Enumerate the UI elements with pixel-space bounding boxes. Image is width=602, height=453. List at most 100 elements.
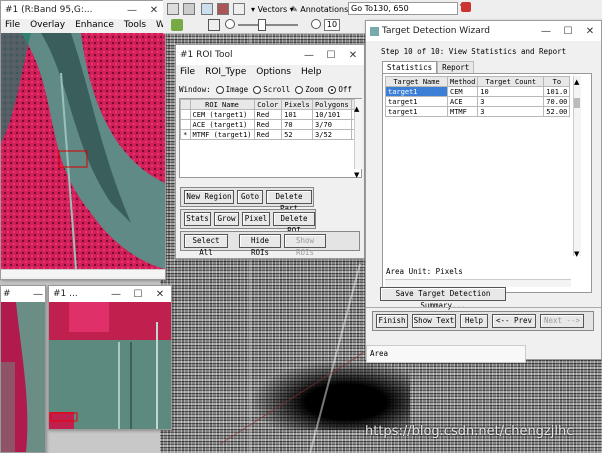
scroll-window[interactable]: # — (0, 285, 46, 453)
main-image-hscroll[interactable] (1, 269, 165, 277)
main-image-canvas[interactable] (1, 33, 165, 269)
stats-table-row[interactable]: target1 CEM 10 101.0 (385, 86, 571, 97)
stats-button[interactable]: Stats (184, 212, 211, 226)
roi-menu-file[interactable]: File (180, 67, 195, 77)
goto-input[interactable]: Go To130, 650 (348, 2, 458, 15)
zoom-in-icon[interactable] (311, 19, 321, 29)
scroll-window-canvas[interactable] (1, 302, 45, 452)
col-polygons[interactable]: Polygons (312, 99, 352, 110)
row-marker (180, 119, 191, 130)
col-color[interactable]: Color (253, 99, 283, 110)
roi-tool-window[interactable]: #1 ROI Tool — ☐ ✕ File ROI_Type Options … (175, 44, 365, 259)
tab-statistics[interactable]: Statistics (382, 61, 438, 73)
scroll-up-icon[interactable]: ▲ (354, 105, 359, 113)
target-icon[interactable] (461, 2, 471, 12)
next-button[interactable]: Next --> (540, 314, 584, 328)
cell-target-count: 3 (477, 106, 545, 117)
show-text-button[interactable]: Show Text (412, 314, 456, 328)
hide-rois-button[interactable]: Hide ROIs (239, 234, 281, 257)
radio-icon (253, 86, 262, 94)
maximize-icon[interactable]: ☐ (127, 289, 149, 300)
delete-roi-button[interactable]: Delete ROI (273, 212, 315, 235)
radio-zoom[interactable]: Zoom (295, 85, 323, 94)
close-icon[interactable]: ✕ (143, 5, 165, 16)
stats-table-header: Target Name Method Target Count To (385, 76, 571, 87)
show-rois-button[interactable]: Show ROIs (284, 234, 326, 257)
col-method[interactable]: Method (446, 76, 479, 87)
wizard-app-icon (370, 26, 379, 36)
scroll-window-titlebar[interactable]: # — (1, 286, 45, 302)
toolbar-icon-1[interactable] (167, 3, 179, 15)
menu-tools[interactable]: Tools (124, 20, 146, 30)
stats-table-row[interactable]: target1 MTMF 3 52.00 (385, 106, 571, 117)
col-pixels[interactable]: Pixels (281, 99, 314, 110)
roi-table-row[interactable]: *MTMF (target1)Red523/520 (180, 129, 361, 140)
minimize-icon[interactable]: — (298, 50, 320, 61)
annotations-menu[interactable]: ✎ Annotations ▾ (291, 3, 355, 16)
pixel-button[interactable]: Pixel (242, 212, 270, 226)
stats-table-container[interactable]: Target Name Method Target Count To targe… (385, 76, 571, 128)
menu-overlay[interactable]: Overlay (30, 20, 65, 30)
col-total[interactable]: To (543, 76, 571, 87)
wizard-titlebar[interactable]: Target Detection Wizard — ☐ ✕ (366, 21, 601, 41)
close-icon[interactable]: ✕ (342, 50, 364, 61)
roi-table-row[interactable]: ACE (target1)Red703/700 (180, 119, 361, 130)
goto-button[interactable]: Goto (237, 190, 263, 204)
menu-enhance[interactable]: Enhance (75, 20, 114, 30)
maximize-icon[interactable]: ☐ (557, 26, 579, 37)
scroll-down-icon[interactable]: ▼ (354, 171, 359, 179)
zoom-out-icon[interactable] (225, 19, 235, 29)
add-layer-icon[interactable] (171, 19, 183, 31)
radio-scroll[interactable]: Scroll (253, 85, 290, 94)
target-detection-wizard[interactable]: Target Detection Wizard — ☐ ✕ Step 10 of… (365, 20, 602, 360)
zoom-input[interactable]: 10 (324, 19, 340, 31)
radio-image[interactable]: Image (215, 85, 248, 94)
new-region-button[interactable]: New Region (184, 190, 234, 204)
minimize-icon[interactable]: — (31, 289, 45, 300)
roi-menu-roi-type[interactable]: ROI_Type (205, 67, 246, 77)
roi-table-row[interactable]: CEM (target1)Red10110/1010 (180, 109, 361, 120)
grid-icon[interactable] (233, 3, 245, 15)
image-icon[interactable] (201, 3, 213, 15)
maximize-icon[interactable]: ☐ (320, 50, 342, 61)
delete-part-button[interactable]: Delete Part (266, 190, 312, 213)
radio-off[interactable]: Off (328, 85, 352, 94)
minimize-icon[interactable]: — (121, 5, 143, 16)
roi-table-container[interactable]: ROI Name Color Pixels Polygons P CEM (ta… (179, 98, 362, 178)
zoom-window-titlebar[interactable]: #1 ... — ☐ ✕ (49, 286, 171, 302)
scroll-up-icon[interactable]: ▲ (574, 78, 579, 86)
stats-table-row[interactable]: target1 ACE 3 70.00 (385, 96, 571, 107)
slider-handle[interactable] (258, 19, 266, 31)
select-all-button[interactable]: Select All (184, 234, 228, 257)
scroll-down-icon[interactable]: ▼ (574, 250, 579, 258)
rgb-icon[interactable] (208, 19, 220, 31)
col-target-name[interactable]: Target Name (385, 76, 448, 87)
vectors-menu[interactable]: ▾ Vectors ▾ (251, 3, 294, 16)
roi-icon[interactable] (217, 3, 229, 15)
roi-menu-help[interactable]: Help (301, 67, 322, 77)
col-target-count[interactable]: Target Count (477, 76, 545, 87)
scroll-thumb[interactable] (574, 98, 580, 108)
toolbar-icon-2[interactable] (183, 3, 195, 15)
save-summary-button[interactable]: Save Target Detection Summary... (380, 287, 506, 310)
zoom-window-canvas[interactable] (49, 302, 171, 429)
roi-tool-titlebar[interactable]: #1 ROI Tool — ☐ ✕ (176, 45, 364, 65)
col-roi-name[interactable]: ROI Name (189, 99, 255, 110)
close-icon[interactable]: ✕ (579, 26, 601, 37)
zoom-slider[interactable] (238, 24, 298, 26)
roi-menu-options[interactable]: Options (256, 67, 291, 77)
grow-button[interactable]: Grow (214, 212, 239, 226)
close-icon[interactable]: ✕ (149, 289, 171, 300)
main-image-titlebar[interactable]: #1 (R:Band 95,G:... — ✕ (1, 1, 165, 19)
minimize-icon[interactable]: — (535, 26, 557, 37)
tab-report[interactable]: Report (437, 61, 475, 73)
zoom-window[interactable]: #1 ... — ☐ ✕ (48, 285, 172, 430)
cell-total: 101.0 (543, 86, 571, 97)
finish-button[interactable]: Finish (376, 314, 408, 328)
help-button[interactable]: Help (460, 314, 488, 328)
menu-file[interactable]: File (5, 20, 20, 30)
minimize-icon[interactable]: — (105, 289, 127, 300)
stats-hscroll[interactable] (385, 279, 571, 287)
prev-button[interactable]: <-- Prev (492, 314, 536, 328)
main-image-window[interactable]: #1 (R:Band 95,G:... — ✕ File Overlay Enh… (0, 0, 192, 280)
